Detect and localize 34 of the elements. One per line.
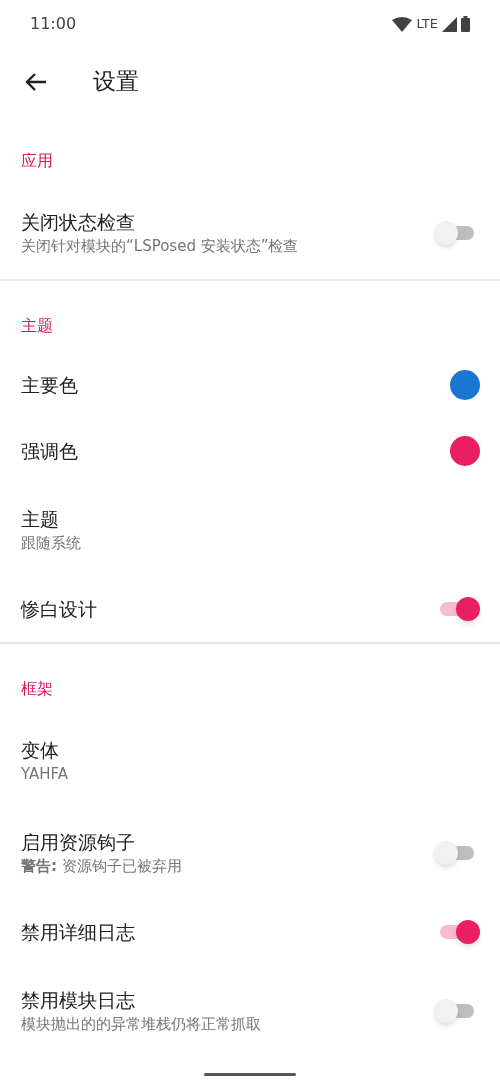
settings-item[interactable]: 惨白设计 [0,576,500,642]
item-title: 主题 [21,507,60,532]
settings-item[interactable]: 主题 跟随系统 [0,484,500,576]
battery-icon [461,16,470,32]
settings-item[interactable]: 关闭状态检查 关闭针对模块的“LSPosed 安装状态”检查 [0,187,500,279]
item-title: 关闭状态检查 [21,210,136,235]
page-title: 设置 [93,67,139,97]
item-summary: 模块抛出的的异常堆栈仍将正常抓取 [21,1014,262,1035]
settings-item[interactable]: 禁用模块日志 模块抛出的的异常堆栈仍将正常抓取 [0,965,500,1057]
settings-item[interactable]: 强调色 [0,418,500,484]
item-summary: YAHFA [21,764,70,785]
item-title: 变体 [21,738,60,763]
item-title: 主要色 [21,373,79,398]
item-title: 惨白设计 [21,597,98,622]
section-header: 应用 [21,151,53,170]
item-title: 启用资源钩子 [21,830,136,855]
item-summary: 关闭针对模块的“LSPosed 安装状态”检查 [21,236,300,257]
wifi-icon [392,16,413,32]
signal-icon [442,16,457,32]
section-header: 主题 [21,316,53,335]
settings-item[interactable]: 变体 YAHFA [0,715,500,807]
back-arrow-icon [25,71,47,92]
settings-item[interactable]: 禁用详细日志 [0,899,500,965]
item-summary: 警告: 资源钩子已被弃用 [21,856,183,877]
settings-item[interactable]: 启用资源钩子 警告: 资源钩子已被弃用 [0,807,500,899]
settings-item[interactable]: 主要色 [0,352,500,418]
gesture-bar[interactable] [204,1073,296,1076]
item-summary: 跟随系统 [21,533,82,554]
item-title: 禁用详细日志 [21,920,136,945]
status-time: 11:00 [30,13,77,35]
item-title: 禁用模块日志 [21,988,136,1013]
section-header: 框架 [21,679,53,698]
network-type: LTE [416,15,438,34]
item-title: 强调色 [21,439,79,464]
